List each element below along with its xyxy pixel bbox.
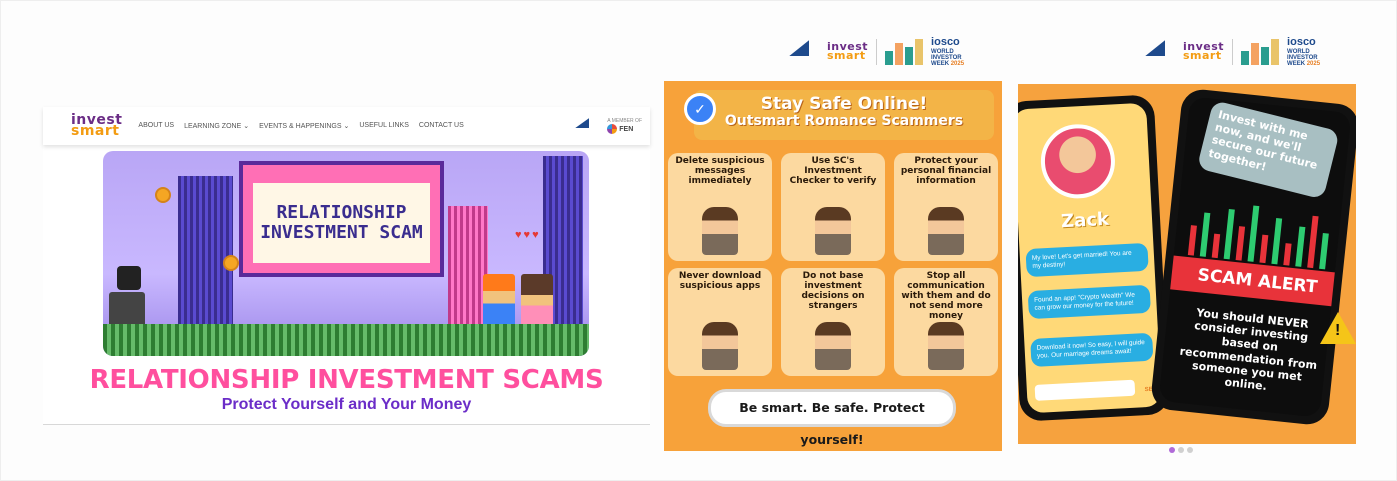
warning-icon: ! [1320, 312, 1356, 344]
tip-card: Stop all communication with them and do … [894, 268, 998, 376]
infographic-title: Stay Safe Online! Outsmart Romance Scamm… [694, 90, 994, 140]
infographic-footer: Be smart. Be safe. Protect yourself! [708, 389, 956, 447]
alert-phone: Invest with me now, and we'll secure our… [1149, 87, 1356, 427]
coin-icon [155, 187, 171, 203]
billboard: RELATIONSHIP INVESTMENT SCAM [239, 161, 444, 277]
nav-about-us[interactable]: ABOUT US [138, 122, 174, 130]
message-input[interactable] [1034, 379, 1136, 401]
brand-strip: invest smart iosco WORLD INVESTOR WEEK 2… [781, 36, 965, 68]
carousel-dots[interactable] [1169, 447, 1193, 453]
phones-panel[interactable]: Zack My love! Let's get married! You are… [1018, 84, 1356, 444]
sc-logo-icon [781, 38, 819, 66]
shield-check-icon: ✓ [684, 93, 716, 125]
tip-card: Protect your personal financial informat… [894, 153, 998, 261]
nav-right: A MEMBER OF FEN [571, 116, 642, 136]
tip-card: Do not base investment decisions on stra… [781, 268, 885, 376]
character-icon [928, 207, 964, 255]
tip-card: Never download suspicious apps [668, 268, 772, 376]
carousel-dot[interactable] [1169, 447, 1175, 453]
tip-card: Delete suspicious messages immediately [668, 153, 772, 261]
coin-icon [223, 255, 239, 271]
iosco-label: iosco WORLD INVESTOR WEEK 2025 [931, 36, 965, 68]
character-icon [702, 207, 738, 255]
brand-strip: invest smart iosco WORLD INVESTOR WEEK 2… [1137, 36, 1321, 68]
image-gallery: invest smart ABOUT US LEARNING ZONE ⌄ EV… [0, 0, 1397, 481]
wiw-logo-icon [885, 39, 924, 66]
billboard-text: RELATIONSHIP INVESTMENT SCAM [253, 183, 430, 263]
investsmart-logo: invest smart [827, 40, 869, 63]
character-icon [928, 322, 964, 370]
chat-phone: Zack My love! Let's get married! You are… [1018, 94, 1171, 422]
investsmart-logo[interactable]: invest smart [71, 113, 122, 138]
avatar [1039, 122, 1117, 201]
carousel-dot[interactable] [1187, 447, 1193, 453]
character-icon [702, 322, 738, 370]
investsmart-logo: invest smart [1183, 40, 1225, 63]
tip-card: Use SC's Investment Checker to verify [781, 153, 885, 261]
sc-logo-icon [1137, 38, 1175, 66]
nav-learning-zone[interactable]: LEARNING ZONE ⌄ [184, 122, 249, 130]
nav-contact-us[interactable]: CONTACT US [419, 122, 464, 130]
carousel-dot[interactable] [1178, 447, 1184, 453]
sc-logo-icon [571, 116, 597, 136]
wiw-logo-icon [1241, 39, 1280, 66]
chat-message: My love! Let's get married! You are my d… [1025, 242, 1149, 278]
fen-label: FEN [619, 125, 634, 133]
site-navbar: invest smart ABOUT US LEARNING ZONE ⌄ EV… [43, 107, 650, 145]
tips-grid: Delete suspicious messages immediately U… [668, 153, 998, 376]
chat-message: Download it now! So easy, I will guide y… [1030, 332, 1154, 368]
nav-useful-links[interactable]: USEFUL LINKS [359, 122, 409, 130]
website-preview[interactable]: invest smart ABOUT US LEARNING ZONE ⌄ EV… [43, 107, 650, 425]
fen-member-block: A MEMBER OF FEN [607, 118, 642, 134]
bait-message: Invest with me now, and we'll secure our… [1196, 100, 1340, 200]
divider [43, 424, 650, 425]
iosco-label: iosco WORLD INVESTOR WEEK 2025 [1287, 36, 1321, 68]
hero-subtitle: Protect Yourself and Your Money [221, 396, 472, 413]
fen-logo-icon [607, 124, 618, 134]
nav-events[interactable]: EVENTS & HAPPENINGS ⌄ [259, 122, 349, 130]
warning-text: You should NEVER consider investing base… [1179, 306, 1318, 393]
character-icon [815, 207, 851, 255]
chat-message: Found an app! "Crypto Wealth" We can gro… [1027, 284, 1151, 320]
character-icon [815, 322, 851, 370]
hero-title: RELATIONSHIP INVESTMENT SCAMS [89, 365, 604, 395]
infographic-panel[interactable]: Stay Safe Online! Outsmart Romance Scamm… [664, 81, 1002, 451]
hearts-icon: ♥♥♥ [515, 229, 541, 241]
grass-strip [103, 324, 589, 356]
hero-banner: RELATIONSHIP INVESTMENT SCAM ♥♥♥ [103, 151, 589, 356]
nav-links: ABOUT US LEARNING ZONE ⌄ EVENTS & HAPPEN… [138, 122, 463, 130]
contact-name: Zack [1060, 208, 1110, 233]
